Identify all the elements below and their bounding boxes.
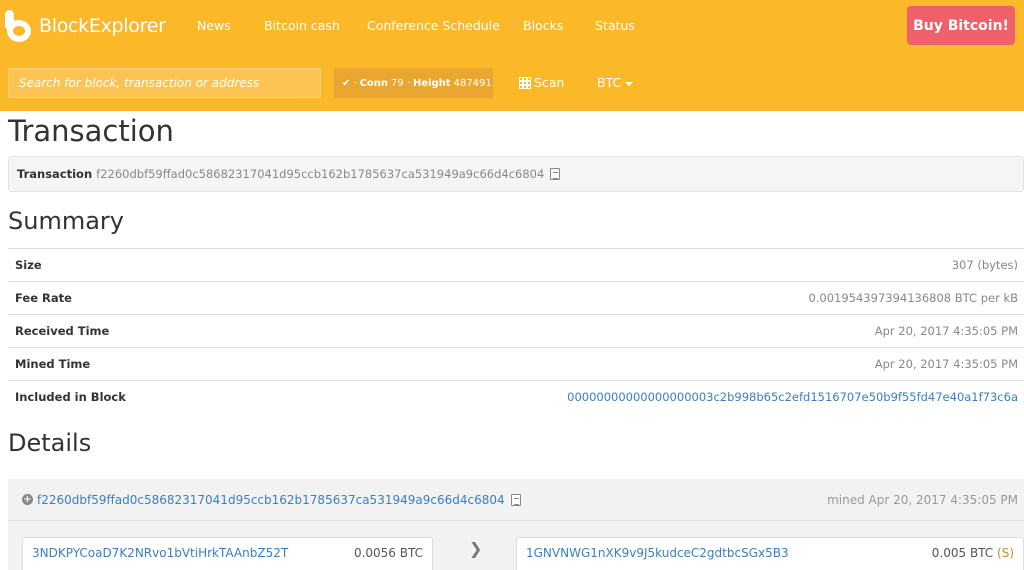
summary-row-fee-rate: Fee Rate 0.001954397394136808 BTC per kB [8, 281, 1024, 314]
page-title: Transaction [8, 114, 174, 148]
transaction-hash: f2260dbf59ffad0c58682317041d95ccb162b178… [96, 167, 545, 181]
input-item: 3NDKPYCoaD7K2NRvo1bVtiHrkTAAnbZ52T 0.005… [22, 537, 433, 570]
check-icon: ✔ [342, 77, 351, 89]
details-body: 3NDKPYCoaD7K2NRvo1bVtiHrkTAAnbZ52T 0.005… [8, 521, 1024, 570]
nav-status[interactable]: Status [595, 18, 635, 33]
expand-plus-icon[interactable]: + [22, 494, 33, 505]
connection-count: 79 [391, 77, 404, 89]
summary-heading: Summary [8, 207, 124, 235]
copy-icon[interactable] [550, 168, 561, 180]
output-amount: 0.005 BTC (S) [931, 546, 1014, 560]
output-address-link[interactable]: 1GNVNWG1nXK9v9J5kudceC2gdtbcSGx5B3 [526, 546, 789, 570]
nav-conference-schedule[interactable]: Conference Schedule [367, 18, 500, 33]
summary-row-size: Size 307 (bytes) [8, 248, 1024, 281]
details-tx-hash-link[interactable]: f2260dbf59ffad0c58682317041d95ccb162b178… [37, 493, 505, 507]
nav-bitcoin-cash[interactable]: Bitcoin cash [264, 18, 340, 33]
block-height: 487491 [453, 77, 492, 89]
caret-down-icon [625, 81, 634, 86]
logo-icon [5, 10, 35, 42]
scan-button[interactable]: Scan [519, 75, 564, 90]
output-item: 1GNVNWG1nXK9v9J5kudceC2gdtbcSGx5B3 0.005… [516, 537, 1024, 570]
brand-name: BlockExplorer [39, 15, 166, 37]
nav-news[interactable]: News [197, 18, 231, 33]
buy-bitcoin-button[interactable]: Buy Bitcoin! [907, 6, 1015, 45]
transaction-label: Transaction [17, 167, 93, 181]
summary-table: Size 307 (bytes) Fee Rate 0.001954397394… [8, 248, 1024, 413]
summary-row-received-time: Received Time Apr 20, 2017 4:35:05 PM [8, 314, 1024, 347]
summary-row-block: Included in Block 00000000000000000003c2… [8, 380, 1024, 413]
mined-time: mined Apr 20, 2017 4:35:05 PM [827, 492, 1018, 507]
chevron-right-icon: ❯ [469, 539, 483, 558]
connection-status: ✔ · Conn 79 · Height 487491 [334, 68, 493, 98]
block-hash-link[interactable]: 00000000000000000003c2b998b65c2efd151670… [567, 390, 1018, 404]
input-address-link[interactable]: 3NDKPYCoaD7K2NRvo1bVtiHrkTAAnbZ52T [32, 546, 288, 570]
search-input[interactable]: Search for block, transaction or address [8, 68, 321, 98]
details-heading: Details [8, 429, 92, 457]
brand-logo[interactable]: BlockExplorer [5, 10, 166, 42]
spent-flag: (S) [997, 546, 1014, 560]
currency-dropdown[interactable]: BTC [597, 75, 634, 90]
details-header: + f2260dbf59ffad0c58682317041d95ccb162b1… [8, 479, 1024, 521]
input-amount: 0.0056 BTC [353, 546, 423, 560]
transaction-id-box: Transaction f2260dbf59ffad0c58682317041d… [8, 156, 1024, 192]
top-navbar: BlockExplorer News Bitcoin cash Conferen… [0, 0, 1024, 111]
copy-icon[interactable] [510, 493, 521, 506]
qr-code-icon [519, 76, 531, 89]
nav-blocks[interactable]: Blocks [523, 18, 563, 33]
summary-row-mined-time: Mined Time Apr 20, 2017 4:35:05 PM [8, 347, 1024, 380]
